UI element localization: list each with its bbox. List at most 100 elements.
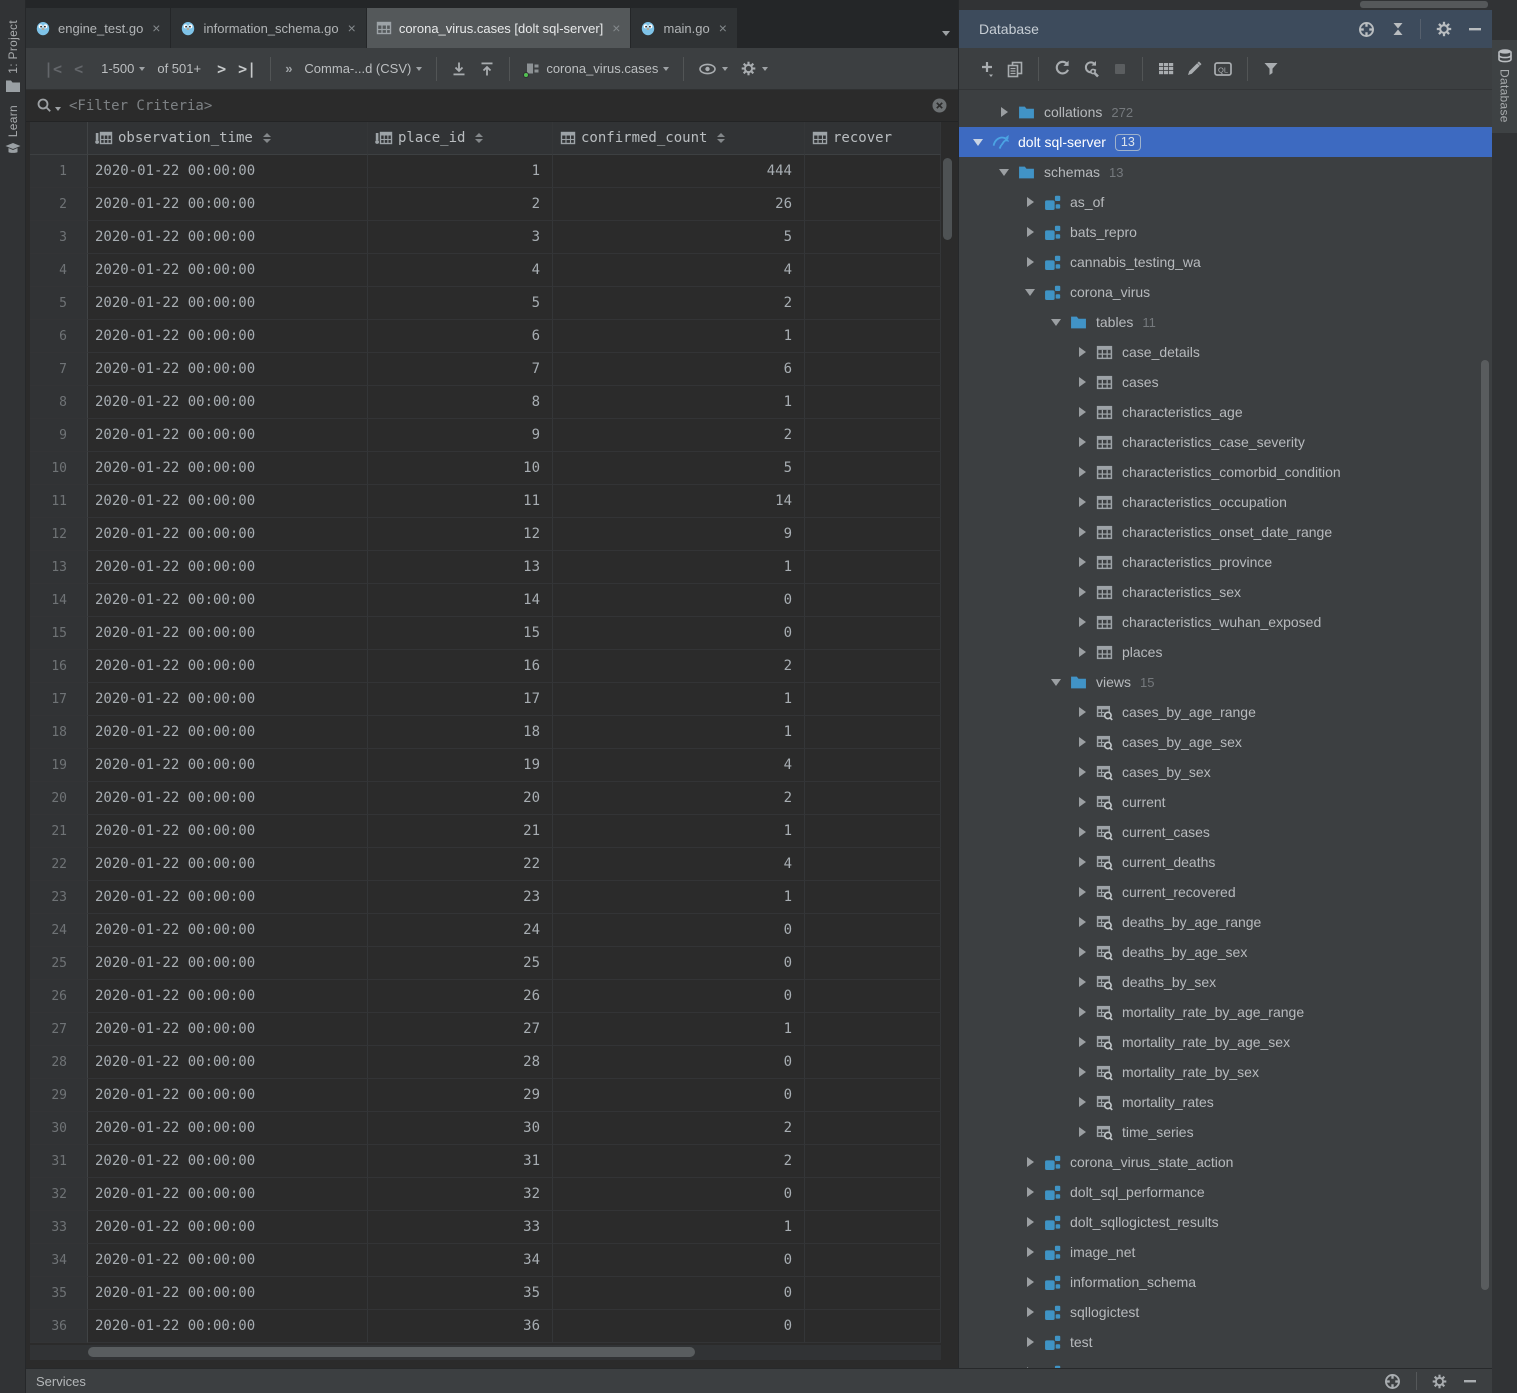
cell-recover[interactable] bbox=[805, 782, 941, 815]
tree-item-schemas[interactable]: schemas13 bbox=[959, 157, 1493, 187]
cell-observation_time[interactable]: 2020-01-22 00:00:00 bbox=[88, 287, 368, 320]
cell-place_id[interactable]: 17 bbox=[368, 683, 553, 716]
stop-icon[interactable] bbox=[1107, 57, 1133, 81]
chevron-expanded-icon[interactable] bbox=[1051, 317, 1061, 327]
column-header-observation_time[interactable]: observation_time bbox=[88, 122, 368, 155]
tree-item-information_schema[interactable]: information_schema bbox=[959, 1267, 1493, 1297]
cell-observation_time[interactable]: 2020-01-22 00:00:00 bbox=[88, 947, 368, 980]
cell-recover[interactable] bbox=[805, 1244, 941, 1277]
cell-recover[interactable] bbox=[805, 452, 941, 485]
chevron-collapsed-icon[interactable] bbox=[1025, 1187, 1035, 1197]
cell-recover[interactable] bbox=[805, 485, 941, 518]
cell-observation_time[interactable]: 2020-01-22 00:00:00 bbox=[88, 485, 368, 518]
cell-confirmed_count[interactable]: 1 bbox=[553, 386, 805, 419]
cell-observation_time[interactable]: 2020-01-22 00:00:00 bbox=[88, 1178, 368, 1211]
sort-toggle-icon[interactable] bbox=[263, 133, 271, 143]
cell-recover[interactable] bbox=[805, 1145, 941, 1178]
cell-observation_time[interactable]: 2020-01-22 00:00:00 bbox=[88, 881, 368, 914]
row-number[interactable]: 32 bbox=[30, 1178, 88, 1211]
row-number[interactable]: 23 bbox=[30, 881, 88, 914]
cell-confirmed_count[interactable]: 0 bbox=[553, 1244, 805, 1277]
tool-button-learn[interactable]: Learn bbox=[0, 99, 25, 162]
tool-button-project[interactable]: 1: Project bbox=[0, 14, 25, 99]
cell-observation_time[interactable]: 2020-01-22 00:00:00 bbox=[88, 815, 368, 848]
cell-confirmed_count[interactable]: 0 bbox=[553, 1310, 805, 1343]
search-icon[interactable] bbox=[36, 97, 61, 114]
tree-item-current[interactable]: current bbox=[959, 787, 1493, 817]
chevron-collapsed-icon[interactable] bbox=[1077, 587, 1087, 597]
tree-item-dolt-sql-server[interactable]: dolt sql-server13 bbox=[959, 127, 1493, 157]
cell-observation_time[interactable]: 2020-01-22 00:00:00 bbox=[88, 518, 368, 551]
page-size-dropdown[interactable]: 1-500 bbox=[95, 57, 151, 80]
close-tab-icon[interactable]: × bbox=[719, 21, 727, 35]
cell-confirmed_count[interactable]: 5 bbox=[553, 221, 805, 254]
tree-item-cases_by_sex[interactable]: cases_by_sex bbox=[959, 757, 1493, 787]
cell-confirmed_count[interactable]: 5 bbox=[553, 452, 805, 485]
cell-confirmed_count[interactable]: 1 bbox=[553, 320, 805, 353]
cell-observation_time[interactable]: 2020-01-22 00:00:00 bbox=[88, 617, 368, 650]
chevron-collapsed-icon[interactable] bbox=[1025, 1247, 1035, 1257]
cell-place_id[interactable]: 12 bbox=[368, 518, 553, 551]
row-number[interactable]: 11 bbox=[30, 485, 88, 518]
tree-item-deaths_by_sex[interactable]: deaths_by_sex bbox=[959, 967, 1493, 997]
cell-confirmed_count[interactable]: 0 bbox=[553, 914, 805, 947]
cell-recover[interactable] bbox=[805, 1079, 941, 1112]
row-number[interactable]: 15 bbox=[30, 617, 88, 650]
row-number[interactable]: 5 bbox=[30, 287, 88, 320]
duplicate-icon[interactable] bbox=[1001, 56, 1029, 82]
cell-place_id[interactable]: 20 bbox=[368, 782, 553, 815]
cell-place_id[interactable]: 14 bbox=[368, 584, 553, 617]
cell-place_id[interactable]: 26 bbox=[368, 980, 553, 1013]
row-number[interactable]: 12 bbox=[30, 518, 88, 551]
row-number[interactable]: 19 bbox=[30, 749, 88, 782]
tree-item-current_cases[interactable]: current_cases bbox=[959, 817, 1493, 847]
column-header-recover[interactable]: recover bbox=[805, 122, 941, 155]
tree-item-characteristics_sex[interactable]: characteristics_sex bbox=[959, 577, 1493, 607]
data-source-dropdown[interactable]: corona_virus.cases bbox=[518, 56, 675, 81]
tree-item-views[interactable]: views15 bbox=[959, 667, 1493, 697]
cell-confirmed_count[interactable]: 1 bbox=[553, 551, 805, 584]
tool-button-database[interactable]: Database bbox=[1492, 40, 1517, 133]
cell-recover[interactable] bbox=[805, 683, 941, 716]
cell-place_id[interactable]: 24 bbox=[368, 914, 553, 947]
cell-confirmed_count[interactable]: 0 bbox=[553, 1178, 805, 1211]
grid-horizontal-scrollbar[interactable] bbox=[30, 1345, 941, 1360]
row-number[interactable]: 20 bbox=[30, 782, 88, 815]
cell-place_id[interactable]: 27 bbox=[368, 1013, 553, 1046]
tree-item-mortality_rate_by_age_sex[interactable]: mortality_rate_by_age_sex bbox=[959, 1027, 1493, 1057]
sort-toggle-icon[interactable] bbox=[717, 133, 725, 143]
sort-toggle-icon[interactable] bbox=[475, 133, 483, 143]
row-number[interactable]: 1 bbox=[30, 155, 88, 188]
cell-place_id[interactable]: 25 bbox=[368, 947, 553, 980]
chevron-collapsed-icon[interactable] bbox=[1077, 437, 1087, 447]
cell-observation_time[interactable]: 2020-01-22 00:00:00 bbox=[88, 1310, 368, 1343]
tree-item-characteristics_case_severity[interactable]: characteristics_case_severity bbox=[959, 427, 1493, 457]
cell-confirmed_count[interactable]: 2 bbox=[553, 1112, 805, 1145]
cell-recover[interactable] bbox=[805, 221, 941, 254]
chevron-collapsed-icon[interactable] bbox=[1077, 797, 1087, 807]
tree-item-deaths_by_age_range[interactable]: deaths_by_age_range bbox=[959, 907, 1493, 937]
export-data-button[interactable] bbox=[445, 57, 473, 81]
cell-place_id[interactable]: 21 bbox=[368, 815, 553, 848]
close-tab-icon[interactable]: × bbox=[612, 21, 620, 35]
cell-observation_time[interactable]: 2020-01-22 00:00:00 bbox=[88, 716, 368, 749]
tree-item-characteristics_wuhan_exposed[interactable]: characteristics_wuhan_exposed bbox=[959, 607, 1493, 637]
tree-item-test[interactable]: test bbox=[959, 1327, 1493, 1357]
tree-item-collations[interactable]: collations272 bbox=[959, 97, 1493, 127]
cell-place_id[interactable]: 33 bbox=[368, 1211, 553, 1244]
clear-filter-button[interactable] bbox=[931, 97, 948, 114]
row-number[interactable]: 24 bbox=[30, 914, 88, 947]
cell-confirmed_count[interactable]: 0 bbox=[553, 1079, 805, 1112]
locate-icon[interactable] bbox=[1357, 20, 1376, 39]
cell-place_id[interactable]: 15 bbox=[368, 617, 553, 650]
cell-place_id[interactable]: 16 bbox=[368, 650, 553, 683]
cell-observation_time[interactable]: 2020-01-22 00:00:00 bbox=[88, 386, 368, 419]
cell-observation_time[interactable]: 2020-01-22 00:00:00 bbox=[88, 683, 368, 716]
chevron-collapsed-icon[interactable] bbox=[1077, 617, 1087, 627]
cell-observation_time[interactable]: 2020-01-22 00:00:00 bbox=[88, 1145, 368, 1178]
chevron-collapsed-icon[interactable] bbox=[1077, 467, 1087, 477]
cell-place_id[interactable]: 32 bbox=[368, 1178, 553, 1211]
cell-confirmed_count[interactable]: 0 bbox=[553, 584, 805, 617]
cell-place_id[interactable]: 30 bbox=[368, 1112, 553, 1145]
cell-recover[interactable] bbox=[805, 287, 941, 320]
